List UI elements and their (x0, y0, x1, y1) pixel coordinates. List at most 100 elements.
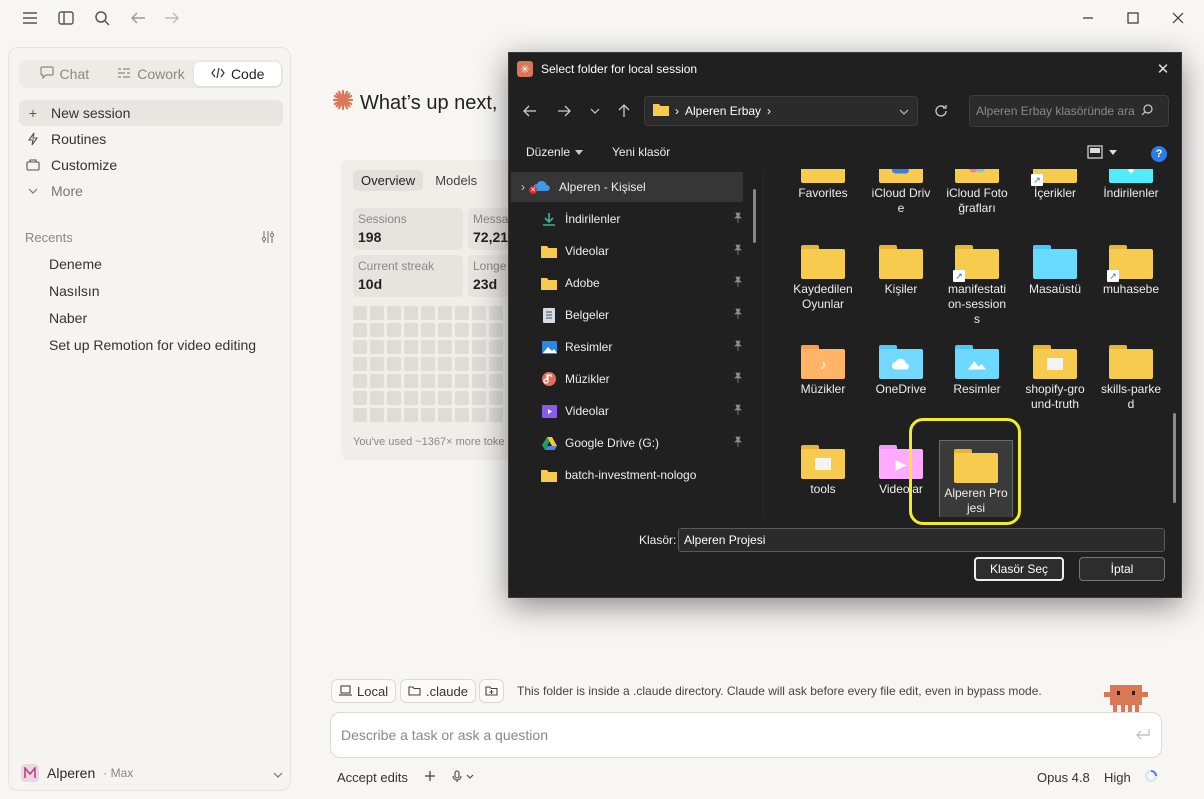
nav-pane-item[interactable]: Adobe (511, 268, 743, 298)
add-attachment-icon[interactable] (424, 770, 436, 782)
pin-icon[interactable] (733, 212, 743, 226)
sidebar-item-customize[interactable]: Customize (19, 152, 283, 178)
back-arrow-icon[interactable] (128, 8, 148, 28)
recent-item[interactable]: Set up Remotion for video editing (49, 337, 256, 353)
nav-pane-item[interactable]: Resimler (511, 332, 743, 362)
folder-item[interactable]: tools (789, 445, 857, 497)
address-bar[interactable]: › Alperen Erbay › (644, 96, 918, 126)
nav-scrollbar[interactable] (753, 189, 756, 243)
accept-edits-button[interactable]: Accept edits (337, 770, 408, 785)
folder-item[interactable]: iCloud Fotoğrafları (943, 169, 1011, 216)
search-icon[interactable] (92, 8, 112, 28)
organize-menu-button[interactable]: Düzenle (526, 145, 584, 159)
tab-models[interactable]: Models (427, 170, 485, 191)
recent-item[interactable]: Nasılsın (49, 283, 100, 299)
pin-icon[interactable] (733, 340, 743, 354)
task-input[interactable] (341, 727, 1101, 743)
pin-icon[interactable] (733, 244, 743, 258)
help-icon[interactable]: ? (1151, 146, 1167, 162)
add-folder-button[interactable] (479, 679, 504, 703)
local-chip[interactable]: Local (331, 679, 397, 703)
folder-item[interactable]: Favorites (789, 169, 857, 201)
nav-pane-item[interactable]: › ✕ Alperen - Kişisel (511, 172, 743, 202)
folder-item[interactable]: ⬇ İndirilenler (1097, 169, 1165, 201)
mode-tab-chat[interactable]: Chat (21, 62, 108, 86)
up-arrow-icon[interactable] (613, 100, 635, 122)
pin-icon[interactable] (733, 436, 743, 450)
send-icon[interactable] (1135, 727, 1151, 743)
forward-arrow-icon[interactable] (162, 8, 182, 28)
folder-item[interactable]: iCloud Drive (867, 169, 935, 216)
folder-item[interactable]: shopify-ground-truth (1021, 345, 1089, 412)
mode-tab-cowork[interactable]: Cowork (108, 62, 195, 86)
folder-item[interactable]: ♪ Müzikler (789, 345, 857, 397)
folder-item[interactable]: ↗ İçerikler (1021, 169, 1089, 201)
new-folder-label: Yeni klasör (612, 145, 671, 159)
pin-icon[interactable] (733, 372, 743, 386)
stat-current-streak: Current streak 10d (353, 255, 463, 297)
nav-pane-item[interactable]: İndirilenler (511, 204, 743, 234)
heatmap-cell (438, 340, 452, 354)
back-arrow-icon[interactable] (519, 100, 541, 122)
pin-icon[interactable] (733, 308, 743, 322)
nav-pane-item[interactable]: Google Drive (G:) (511, 428, 743, 458)
recent-item[interactable]: Deneme (49, 256, 102, 272)
heatmap-cell (370, 306, 384, 320)
microphone-icon[interactable] (452, 770, 474, 783)
heatmap-cell (489, 340, 503, 354)
nav-pane-item[interactable]: Videolar (511, 396, 743, 426)
refresh-icon[interactable] (926, 96, 956, 126)
expand-chevron-icon[interactable]: › (521, 180, 525, 194)
select-folder-button[interactable]: Klasör Seç (974, 557, 1064, 581)
effort-selector[interactable]: High (1104, 770, 1131, 785)
chevron-down-icon[interactable] (899, 104, 909, 118)
nav-pane-item[interactable]: Belgeler (511, 300, 743, 330)
menu-icon[interactable] (20, 8, 40, 28)
folder-chip[interactable]: .claude (400, 679, 476, 703)
sidebar-toggle-icon[interactable] (56, 8, 76, 28)
maximize-icon[interactable] (1121, 6, 1145, 30)
new-folder-button[interactable]: Yeni klasör (612, 145, 670, 159)
nav-pane-item[interactable]: Videolar (511, 236, 743, 266)
folder-item[interactable]: Kişiler (867, 245, 935, 297)
mode-tab-code[interactable]: Code (194, 62, 282, 86)
nav-pane-item[interactable]: Müzikler (511, 364, 743, 394)
window-close-icon[interactable] (1166, 6, 1190, 30)
content-scrollbar[interactable] (1173, 413, 1176, 503)
routines-icon (25, 132, 41, 146)
folder-item[interactable]: OneDrive (867, 345, 935, 397)
model-selector[interactable]: Opus 4.8 (1037, 770, 1090, 785)
folder-item[interactable]: ↗ manifestation-sessions (943, 245, 1011, 327)
folder-item[interactable]: Masaüstü (1021, 245, 1089, 297)
dialog-close-icon[interactable]: ✕ (1153, 59, 1173, 79)
recent-locations-chevron-icon[interactable] (584, 100, 606, 122)
folder-name-input[interactable] (678, 528, 1165, 552)
pin-icon[interactable] (733, 404, 743, 418)
minimize-icon[interactable] (1076, 6, 1100, 30)
folder-item[interactable]: Resimler (943, 345, 1011, 397)
breadcrumb-path[interactable]: Alperen Erbay (685, 104, 761, 118)
user-menu[interactable]: Alperen · Max (21, 762, 283, 784)
tab-overview[interactable]: Overview (353, 170, 424, 191)
stat-label: Current streak (358, 259, 435, 273)
heatmap-cell (404, 391, 418, 405)
recent-item[interactable]: Naber (49, 310, 87, 326)
forward-arrow-icon[interactable] (553, 100, 575, 122)
folder-icon: ⬇ (1109, 169, 1153, 183)
nav-pane-item[interactable]: batch-investment-nologo (511, 460, 743, 490)
sidebar-item-more[interactable]: More (19, 178, 283, 204)
pin-icon[interactable] (733, 276, 743, 290)
sidebar-item-routines[interactable]: Routines (19, 126, 283, 152)
folder-item[interactable]: ↗ muhasebe (1097, 245, 1165, 297)
folder-item[interactable]: Kaydedilen Oyunlar (789, 245, 857, 312)
search-icon[interactable] (1141, 103, 1153, 119)
pane-divider[interactable] (763, 169, 764, 517)
folder-item[interactable]: skills-parked (1097, 345, 1165, 412)
view-options-button[interactable] (1087, 145, 1117, 159)
search-input[interactable] (976, 104, 1141, 118)
new-session-button[interactable]: + New session (19, 100, 283, 126)
filter-icon[interactable] (261, 230, 275, 247)
cancel-button[interactable]: İptal (1079, 557, 1165, 581)
activity-heatmap (353, 306, 503, 422)
videos-icon (541, 404, 557, 418)
